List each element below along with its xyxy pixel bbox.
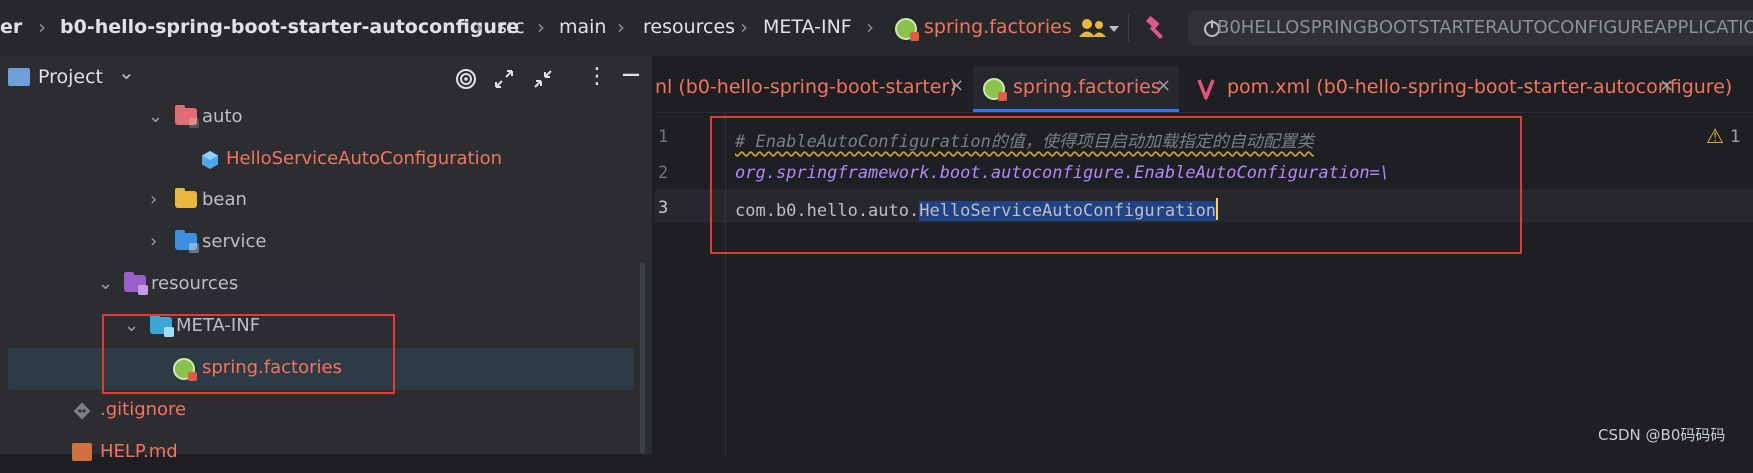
chevron-down-icon[interactable]: ⌄ — [148, 106, 163, 127]
tree-item-bean[interactable]: › bean — [0, 181, 652, 221]
tab-label: nl (b0-hello-spring-boot-starter) — [655, 76, 957, 98]
spring-file-icon — [895, 18, 919, 41]
tree-scrollbar[interactable] — [640, 262, 645, 454]
tab-label: pom.xml (b0-hello-spring-boot-starter-au… — [1227, 76, 1733, 98]
breadcrumb-separator: › — [537, 15, 545, 39]
spring-file-icon — [983, 78, 1007, 101]
highlight-box-tree — [102, 314, 395, 394]
tree-item-label: HELP.md — [100, 441, 178, 462]
resources-folder-icon — [124, 272, 148, 295]
code-with-me-icon[interactable] — [1078, 17, 1120, 41]
breadcrumb-module[interactable]: b0-hello-spring-boot-starter-autoconfigu… — [60, 16, 519, 38]
line-number: 2 — [658, 163, 669, 183]
tree-item-hello-service-auto-configuration[interactable]: HelloServiceAutoConfiguration — [0, 140, 652, 180]
close-icon[interactable]: × — [949, 75, 964, 96]
run-config-selector[interactable]: B0HELLOSPRINGBOOTSTARTERAUTOCONFIGUREAPP… — [1188, 10, 1753, 46]
tree-item-label: HelloServiceAutoConfiguration — [226, 148, 503, 169]
tree-item-label: resources — [151, 273, 239, 294]
breadcrumb-separator: › — [475, 15, 483, 39]
minimize-icon[interactable]: — — [622, 64, 640, 85]
project-view-dropdown[interactable]: ⌄ — [118, 60, 135, 84]
warning-icon[interactable]: ⚠ — [1706, 124, 1724, 148]
toolbar-divider — [1128, 14, 1129, 42]
tree-item-auto[interactable]: ⌄ auto — [0, 98, 652, 138]
options-menu-icon[interactable]: ⋮ — [586, 64, 608, 89]
run-config-label: B0HELLOSPRINGBOOTSTARTERAUTOCONFIGUREAPP… — [1217, 17, 1753, 38]
project-panel-header: Project ⌄ ⋮ — — [0, 56, 653, 102]
breadcrumb-src[interactable]: src — [497, 16, 525, 38]
tab-pom-autoconfigure[interactable]: pom.xml (b0-hello-spring-boot-starter-au… — [1189, 66, 1753, 112]
package-folder-icon — [175, 105, 199, 128]
highlight-box-code — [710, 116, 1522, 254]
folder-icon — [175, 188, 197, 208]
close-icon[interactable]: × — [1156, 75, 1171, 96]
warning-count: 1 — [1730, 127, 1741, 147]
line-number: 1 — [658, 127, 669, 147]
tree-item-label: service — [202, 231, 267, 252]
tree-item-label: .gitignore — [100, 399, 187, 420]
maven-icon — [1197, 79, 1215, 100]
breadcrumb-separator: › — [38, 15, 46, 39]
line-number: 3 — [658, 198, 669, 218]
chevron-right-icon[interactable]: › — [150, 189, 157, 210]
breadcrumb-meta-inf[interactable]: META-INF — [763, 16, 852, 38]
expand-all-icon[interactable] — [493, 68, 515, 90]
tree-item-label: auto — [202, 106, 243, 127]
git-icon — [73, 402, 91, 420]
tree-item-gitignore[interactable]: .gitignore — [0, 391, 652, 431]
tab-spring-factories[interactable]: spring.factories × — [973, 66, 1179, 112]
markdown-icon — [72, 443, 92, 461]
editor-tabs: nl (b0-hello-spring-boot-starter) × spri… — [655, 66, 1753, 113]
class-icon — [202, 151, 218, 169]
navigation-bar: er › b0-hello-spring-boot-starter-autoco… — [0, 0, 1753, 57]
project-folder-icon — [8, 68, 30, 86]
breadcrumb-spring-factories[interactable]: spring.factories — [924, 16, 1072, 38]
chevron-right-icon[interactable]: › — [150, 231, 157, 252]
tab-pom-starter[interactable]: nl (b0-hello-spring-boot-starter) × — [655, 66, 971, 112]
close-icon[interactable]: × — [1659, 75, 1674, 96]
breadcrumb-separator: › — [740, 15, 748, 39]
collapse-all-icon[interactable] — [532, 68, 554, 90]
tree-item-service[interactable]: › service — [0, 223, 652, 263]
breadcrumb-separator: › — [617, 15, 625, 39]
tab-label: spring.factories — [1013, 76, 1161, 98]
tree-item-resources[interactable]: ⌄ resources — [0, 265, 652, 305]
package-folder-icon — [175, 230, 199, 253]
tree-item-label: bean — [202, 189, 247, 210]
chevron-down-icon[interactable]: ⌄ — [98, 273, 113, 294]
hammer-icon[interactable] — [1143, 16, 1169, 42]
select-opened-file-icon[interactable] — [455, 68, 477, 90]
breadcrumb-project-tail[interactable]: er — [0, 16, 22, 38]
tree-item-help-md[interactable]: HELP.md — [0, 433, 652, 473]
watermark: CSDN @B0码码码 — [1598, 426, 1726, 444]
breadcrumb-main[interactable]: main — [559, 16, 606, 38]
breadcrumb-separator: › — [866, 15, 874, 39]
project-title[interactable]: Project — [38, 66, 103, 88]
breadcrumb-resources[interactable]: resources — [643, 16, 735, 38]
